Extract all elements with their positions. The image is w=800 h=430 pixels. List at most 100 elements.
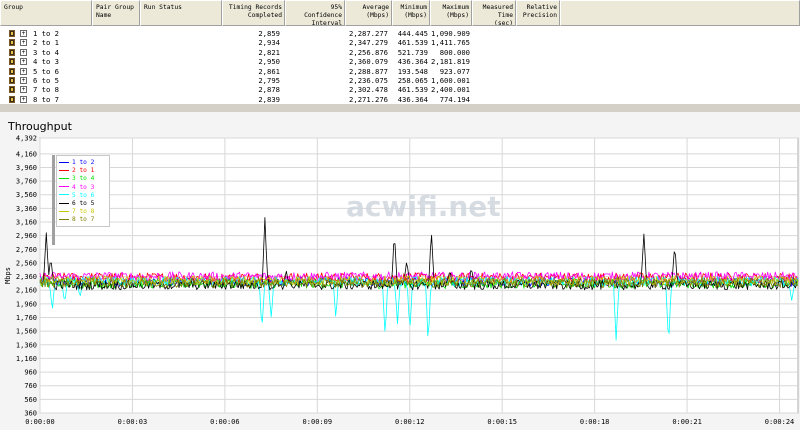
throughput-panel: Throughput 4,392 4,160 3,960 3,760 3,560 3,36… bbox=[0, 112, 800, 430]
watermark: acwifi.net bbox=[346, 190, 501, 223]
pair-icon bbox=[9, 48, 15, 56]
expand-icon[interactable]: + bbox=[20, 39, 27, 47]
column-header-0[interactable]: Group bbox=[0, 0, 92, 26]
legend-swatch bbox=[59, 161, 69, 163]
legend-scrollbar[interactable] bbox=[52, 155, 55, 245]
row-records: 2,859 bbox=[258, 29, 280, 38]
y-tick-label: 1,160 bbox=[16, 355, 37, 363]
legend-label: 1 to 2 bbox=[72, 159, 95, 166]
row-records: 2,934 bbox=[258, 38, 280, 48]
row-records: 2,821 bbox=[258, 47, 280, 57]
expand-icon[interactable]: + bbox=[20, 58, 27, 66]
throughput-chart: 4,392 4,160 3,960 3,760 3,560 3,360 3,160 2,960… bbox=[4, 135, 799, 426]
y-tick-label: 2,360 bbox=[16, 273, 37, 281]
y-tick-label: 1,360 bbox=[16, 341, 37, 349]
row-maximum: 1,600.001 bbox=[431, 76, 470, 85]
legend-entry[interactable]: 2 to 1 bbox=[59, 167, 94, 175]
legend-swatch bbox=[59, 218, 69, 220]
row-average: 2,288.877 bbox=[349, 66, 388, 76]
legend-entry[interactable]: 6 to 5 bbox=[59, 200, 94, 208]
table-row[interactable]: +3 to 4 2,821 2,256.876 521.739 800.000 bbox=[0, 48, 800, 57]
expand-icon[interactable]: + bbox=[20, 30, 27, 37]
legend-entry[interactable]: 5 to 6 bbox=[59, 192, 94, 200]
legend-label: 4 to 3 bbox=[72, 183, 95, 191]
y-tick-label: 2,760 bbox=[16, 246, 37, 254]
row-minimum: 436.364 bbox=[397, 57, 428, 67]
legend-entry[interactable]: 7 to 8 bbox=[59, 208, 94, 216]
table-header: Group Pair Group Name Run Status Timing Rec… bbox=[0, 0, 800, 28]
pair-icon bbox=[9, 67, 15, 75]
column-header-5[interactable]: Average (Mbps) bbox=[345, 0, 392, 26]
row-minimum: 461.539 bbox=[397, 85, 428, 95]
expand-icon[interactable]: + bbox=[20, 48, 27, 56]
x-tick-label: 0:00:06 bbox=[210, 418, 240, 426]
table-row[interactable]: +7 to 8 2,878 2,302.478 461.539 2,400.001 bbox=[0, 85, 800, 94]
row-group: 5 to 6 bbox=[33, 66, 59, 76]
column-header-8[interactable]: Measured Time (sec) bbox=[472, 0, 516, 26]
x-tick-label: 0:00:12 bbox=[395, 418, 425, 426]
results-table: Group Pair Group Name Run Status Timing Rec… bbox=[0, 0, 800, 113]
x-tick-label: 0:00:09 bbox=[303, 418, 333, 426]
legend-swatch bbox=[59, 186, 69, 188]
legend-swatch bbox=[59, 210, 69, 212]
row-maximum: 774.194 bbox=[439, 94, 470, 104]
row-maximum: 2,181.819 bbox=[431, 57, 470, 67]
row-average: 2,256.876 bbox=[349, 47, 388, 57]
expand-icon[interactable]: + bbox=[20, 77, 27, 84]
legend-entry[interactable]: 4 to 3 bbox=[59, 184, 94, 192]
row-minimum: 436.364 bbox=[397, 94, 428, 104]
expand-icon[interactable]: + bbox=[20, 67, 27, 75]
table-row[interactable]: +8 to 7 2,839 2,271.276 436.364 774.194 bbox=[0, 95, 800, 104]
y-tick-label: 2,560 bbox=[16, 259, 37, 267]
expand-icon[interactable]: + bbox=[20, 95, 27, 103]
y-tick-label: 2,160 bbox=[16, 287, 37, 295]
row-maximum: 1,411.765 bbox=[431, 38, 470, 48]
row-group: 7 to 8 bbox=[33, 85, 59, 95]
row-average: 2,347.279 bbox=[349, 38, 388, 48]
column-header-1[interactable]: Pair Group Name bbox=[92, 0, 140, 26]
row-maximum: 800.000 bbox=[439, 47, 470, 57]
x-tick-label: 0:00:03 bbox=[118, 418, 148, 426]
row-average: 2,302.478 bbox=[349, 85, 388, 95]
row-minimum: 193.548 bbox=[397, 66, 428, 76]
y-tick-label: 3,560 bbox=[16, 191, 37, 199]
y-tick-label: 760 bbox=[24, 382, 37, 390]
legend-label: 6 to 5 bbox=[72, 200, 95, 207]
table-row[interactable]: +1 to 2 2,859 2,287.277 444.445 1,090.909 bbox=[0, 29, 800, 38]
splitter[interactable] bbox=[0, 104, 800, 112]
legend-entry[interactable]: 1 to 2 bbox=[59, 159, 94, 167]
row-maximum: 1,090.909 bbox=[431, 29, 470, 38]
table-row[interactable]: +4 to 3 2,950 2,360.079 436.364 2,181.819 bbox=[0, 57, 800, 66]
y-tick-label: 3,160 bbox=[16, 219, 37, 227]
column-header-filler bbox=[560, 0, 800, 26]
row-records: 2,861 bbox=[258, 66, 280, 76]
y-tick-label: 560 bbox=[24, 396, 37, 404]
row-group: 4 to 3 bbox=[33, 57, 59, 67]
y-tick-label: 4,392 bbox=[16, 135, 37, 143]
pair-icon bbox=[9, 95, 15, 103]
expand-icon[interactable]: + bbox=[20, 86, 27, 94]
column-header-7[interactable]: Maximum (Mbps) bbox=[430, 0, 472, 26]
column-header-9[interactable]: Relative Precision bbox=[516, 0, 560, 26]
row-maximum: 2,400.001 bbox=[431, 85, 470, 95]
column-header-2[interactable]: Run Status bbox=[140, 0, 222, 26]
y-tick-label: 4,160 bbox=[16, 150, 37, 158]
legend-entry[interactable]: 3 to 4 bbox=[59, 175, 94, 183]
row-minimum: 258.065 bbox=[397, 76, 428, 85]
x-tick-label: 0:00:18 bbox=[580, 418, 610, 426]
legend-swatch bbox=[59, 194, 69, 196]
legend-entry[interactable]: 8 to 7 bbox=[59, 216, 94, 224]
table-row[interactable]: +5 to 6 2,861 2,288.877 193.548 923.077 bbox=[0, 67, 800, 76]
y-tick-label: 360 bbox=[24, 410, 37, 418]
pair-icon bbox=[9, 58, 15, 66]
table-row[interactable]: +2 to 1 2,934 2,347.279 461.539 1,411.765 bbox=[0, 38, 800, 47]
column-header-6[interactable]: Minimum (Mbps) bbox=[392, 0, 430, 26]
legend-label: 5 to 6 bbox=[72, 191, 95, 199]
column-header-4[interactable]: 95% Confidence Interval bbox=[285, 0, 345, 26]
column-header-3[interactable]: Timing Records Completed bbox=[222, 0, 285, 26]
row-records: 2,878 bbox=[258, 85, 280, 95]
y-tick-label: 1,560 bbox=[16, 328, 37, 336]
legend-swatch bbox=[59, 177, 69, 179]
table-row[interactable]: +6 to 5 2,795 2,236.075 258.065 1,600.001 bbox=[0, 76, 800, 85]
y-tick-label: 1,960 bbox=[16, 300, 37, 308]
